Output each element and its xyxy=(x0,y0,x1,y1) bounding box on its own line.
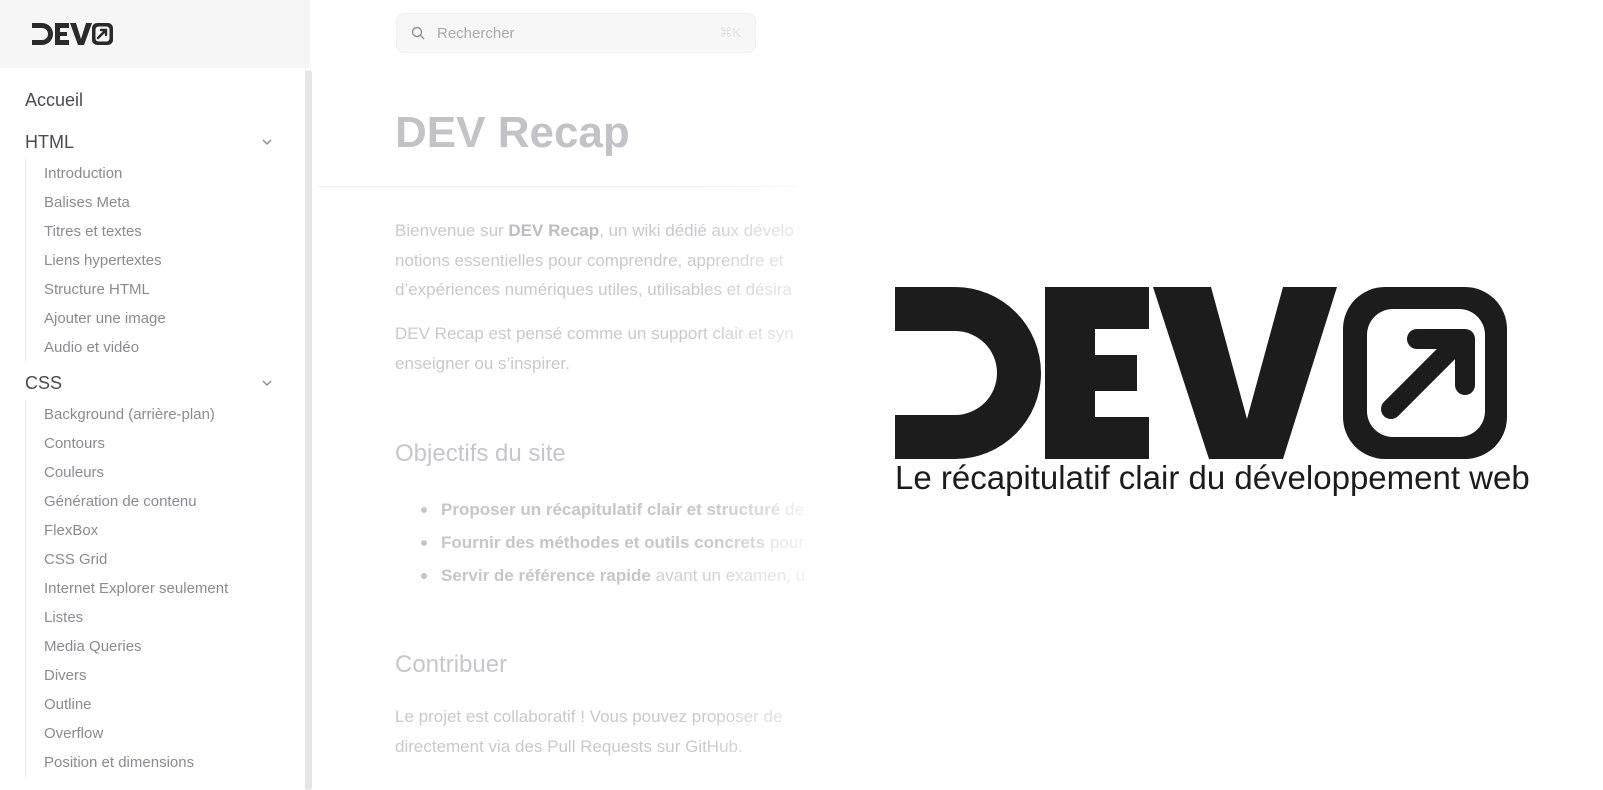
sidebar-item-home[interactable]: Accueil xyxy=(25,90,83,111)
top-header: ⌘K xyxy=(0,0,1603,68)
sidebar-item[interactable]: Liens hypertextes xyxy=(26,246,166,275)
overlay-logo xyxy=(895,287,1507,464)
brand-logo[interactable] xyxy=(32,21,114,47)
overlay-tagline: Le récapitulatif clair du développement … xyxy=(895,459,1530,496)
content-fade-overlay xyxy=(700,68,920,790)
sidebar-item[interactable]: Media Queries xyxy=(26,632,228,661)
sidebar-item[interactable]: Overflow xyxy=(26,719,228,748)
page-title: DEV Recap xyxy=(395,108,630,158)
search-shortcut: ⌘K xyxy=(719,25,741,40)
page-title-rest: Recap xyxy=(497,108,630,157)
page-title-bold: DEV xyxy=(395,108,486,157)
bullet-bold: Servir de référence rapide xyxy=(441,565,651,585)
sidebar-section-html[interactable]: HTML xyxy=(25,130,275,154)
sidebar-item[interactable]: Structure HTML xyxy=(26,275,166,304)
sidebar-item[interactable]: Divers xyxy=(26,661,228,690)
sidebar-item[interactable]: Listes xyxy=(26,603,228,632)
search-box[interactable]: ⌘K xyxy=(396,13,756,53)
bullet-dot xyxy=(421,506,427,513)
sidebar-item[interactable]: Couleurs xyxy=(26,458,228,487)
sidebar-item[interactable]: CSS Grid xyxy=(26,545,228,574)
objectives-heading: Objectifs du site xyxy=(395,440,566,467)
sidebar-item[interactable]: Outline xyxy=(26,690,228,719)
search-icon xyxy=(411,26,425,40)
chevron-down-icon xyxy=(262,380,272,386)
search-input[interactable] xyxy=(435,23,720,43)
bullet-dot xyxy=(421,539,427,546)
sidebar-section-label: CSS xyxy=(25,372,63,393)
intro-prefix: Bienvenue sur xyxy=(395,221,509,240)
sidebar-section-css[interactable]: CSS xyxy=(25,371,275,395)
sidebar-item[interactable]: Ajouter une image xyxy=(26,304,166,333)
sidebar-section-label: HTML xyxy=(25,131,74,152)
sidebar-item[interactable]: Contours xyxy=(26,429,228,458)
sidebar-item[interactable]: Position et dimensions xyxy=(26,748,228,777)
sidebar-list-css: Background (arrière-plan) Contours Coule… xyxy=(25,400,228,777)
sidebar-list-html: Introduction Balises Meta Titres et text… xyxy=(25,159,166,362)
sidebar-item[interactable]: Background (arrière-plan) xyxy=(26,400,228,429)
contribute-heading: Contribuer xyxy=(395,651,508,678)
intro-bold: DEV Recap xyxy=(508,221,600,240)
chevron-down-icon xyxy=(262,139,272,145)
sidebar-item[interactable]: FlexBox xyxy=(26,516,228,545)
sidebar-item[interactable]: Balises Meta xyxy=(26,188,166,217)
brand-area xyxy=(0,0,310,68)
sidebar-item[interactable]: Titres et textes xyxy=(26,217,166,246)
bullet-dot xyxy=(421,572,427,579)
sidebar-item[interactable]: Introduction xyxy=(26,159,166,188)
sidebar-item[interactable]: Internet Explorer seulement xyxy=(26,574,228,603)
sidebar-item[interactable]: Audio et vidéo xyxy=(26,333,166,362)
sidebar-item[interactable]: Génération de contenu xyxy=(26,487,228,516)
sidebar-scrollbar[interactable] xyxy=(305,70,312,790)
